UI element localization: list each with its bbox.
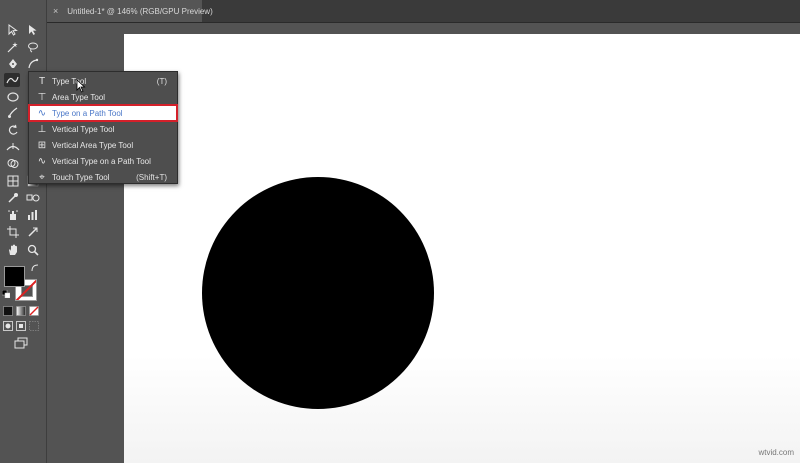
screen-mode-icon[interactable] [14,337,28,349]
menu-item-label: Vertical Area Type Tool [52,140,134,150]
curvature-icon[interactable] [25,57,41,71]
vertical-type-icon: ⊥ [37,123,47,135]
none-mode-icon[interactable] [29,306,39,316]
menu-item-vertical-type-on-a-path-tool[interactable]: ∿ Vertical Type on a Path Tool [29,153,177,169]
illustrator-window: × Untitled-1* @ 146% (RGB/GPU Preview) T… [0,0,800,463]
menu-item-type-tool[interactable]: T Type Tool (T) [29,73,177,89]
selection-tool-icon[interactable] [5,23,21,37]
vertical-area-type-icon: ⊞ [37,139,47,151]
artboard-icon[interactable] [5,225,21,239]
hand-icon[interactable] [5,243,21,257]
eyedropper-icon[interactable] [5,191,21,205]
vertical-type-on-path-icon: ∿ [37,155,47,167]
fill-swatch[interactable] [4,266,25,287]
menu-item-vertical-area-type-tool[interactable]: ⊞ Vertical Area Type Tool [29,137,177,153]
watermark: wtvid.com [758,448,794,457]
sprayer-icon[interactable] [5,208,21,222]
draw-behind-icon[interactable] [16,321,26,331]
menu-item-shortcut: (Shift+T) [136,172,167,182]
document-tab[interactable]: × Untitled-1* @ 146% (RGB/GPU Preview) [47,0,213,22]
pen-icon[interactable] [5,57,21,71]
tools-panel [0,0,47,463]
blend-icon[interactable] [25,191,41,205]
graph-icon[interactable] [25,208,41,222]
close-tab-icon[interactable]: × [53,0,63,22]
slice-icon[interactable] [25,225,41,239]
menu-item-vertical-type-tool[interactable]: ⊥ Vertical Type Tool [29,121,177,137]
type-tool-icon: T [38,75,46,87]
menu-item-label: Type on a Path Tool [52,108,123,118]
direct-selection-tool-icon[interactable] [25,23,41,37]
black-circle-shape[interactable] [202,177,434,409]
width-icon[interactable] [5,140,21,154]
document-tab-bar: × Untitled-1* @ 146% (RGB/GPU Preview) [47,0,800,23]
area-type-icon: ⊤ [37,91,47,103]
type-path-icon[interactable] [4,73,20,87]
menu-item-label: Type Tool [52,76,87,86]
default-colors-icon[interactable] [2,290,10,298]
ellipse-icon[interactable] [5,90,21,104]
menu-item-label: Vertical Type Tool [52,124,115,134]
zoom-icon[interactable] [25,243,41,257]
menu-item-label: Vertical Type on a Path Tool [52,156,151,166]
draw-inside-icon[interactable] [29,321,39,331]
type-on-path-icon: ∿ [37,107,47,119]
lasso-icon[interactable] [25,40,41,54]
magic-wand-icon[interactable] [5,40,21,54]
brush-icon[interactable] [5,106,21,120]
touch-type-icon: ⌖ [39,171,45,183]
shape-builder-icon[interactable] [5,157,21,171]
type-tool-flyout-menu: T Type Tool (T) ⊤ Area Type Tool ∿ Type … [28,71,178,184]
menu-item-shortcut: (T) [156,76,167,86]
rotate-icon[interactable] [5,123,21,137]
menu-item-label: Area Type Tool [52,92,106,102]
document-tab-title: Untitled-1* @ 146% (RGB/GPU Preview) [67,7,213,16]
menu-item-touch-type-tool[interactable]: ⌖ Touch Type Tool (Shift+T) [29,169,177,185]
gradient-mode-icon[interactable] [16,306,26,316]
menu-item-area-type-tool[interactable]: ⊤ Area Type Tool [29,89,177,105]
mesh-icon[interactable] [5,174,21,188]
draw-normal-icon[interactable] [3,321,13,331]
swap-fill-stroke-icon[interactable] [31,264,39,272]
mouse-cursor-icon [76,79,86,93]
color-mode-icon[interactable] [3,306,13,316]
menu-item-type-on-a-path-tool[interactable]: ∿ Type on a Path Tool [28,104,178,122]
menu-item-label: Touch Type Tool [52,172,110,182]
